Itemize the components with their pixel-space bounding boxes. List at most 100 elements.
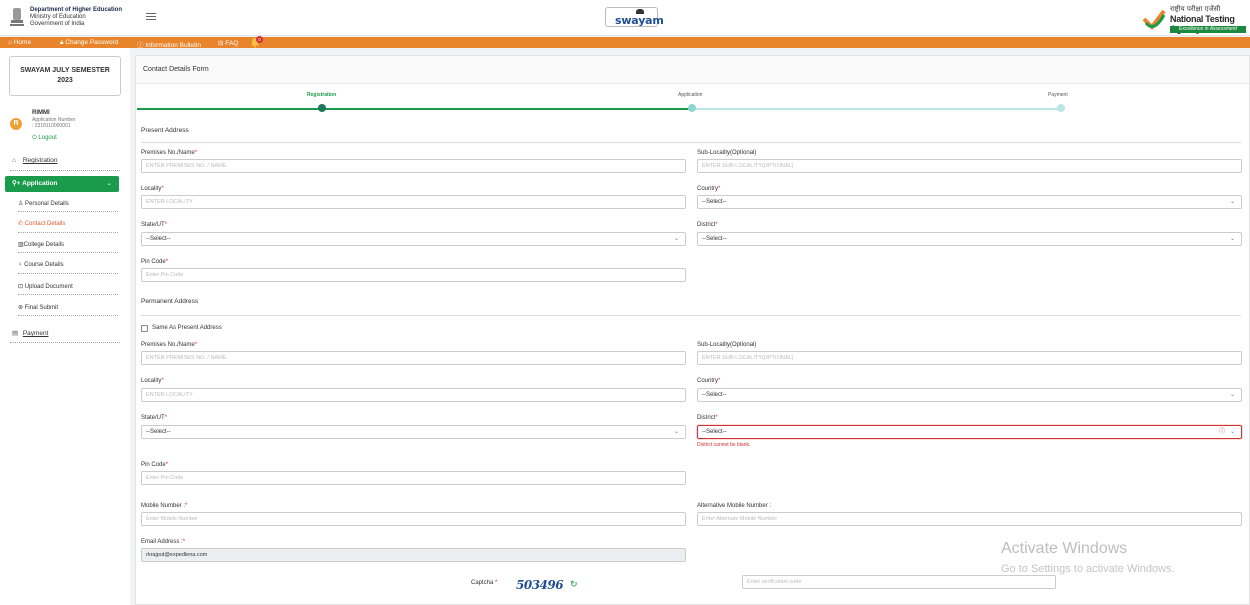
present-premises-input[interactable] bbox=[141, 159, 686, 173]
chevron-down-icon: ⌄ bbox=[1229, 199, 1235, 205]
sidebar-item-payment[interactable]: ▤ Payment bbox=[12, 329, 48, 337]
permanent-premises-input[interactable] bbox=[141, 351, 686, 365]
refresh-captcha-icon[interactable]: ↻ bbox=[570, 579, 578, 590]
notification-badge: 0 bbox=[256, 36, 263, 43]
present-state-select[interactable]: --Select-- ⌄ bbox=[141, 232, 686, 246]
required-mark: * bbox=[185, 503, 188, 509]
sidebar-item-registration[interactable]: ⌂ Registration bbox=[12, 157, 58, 164]
nav-faq[interactable]: ⊟ FAQ bbox=[218, 39, 238, 47]
home-outline-icon: ⌂ bbox=[12, 157, 16, 164]
sidebar-course-details-label: Course Details bbox=[24, 262, 64, 268]
email-label-text: Email Address : bbox=[141, 539, 183, 545]
alt-mobile-number-input[interactable] bbox=[697, 512, 1242, 526]
captcha-verification-input[interactable] bbox=[742, 575, 1056, 589]
required-mark: * bbox=[164, 222, 168, 228]
present-district-value: --Select-- bbox=[702, 236, 727, 242]
sidebar-divider bbox=[18, 252, 118, 253]
same-as-present-checkbox[interactable] bbox=[141, 325, 148, 332]
district-label-text: District bbox=[697, 415, 716, 421]
permanent-locality-input[interactable] bbox=[141, 388, 686, 402]
sidebar-item-upload-document[interactable]: ⊡ Upload Document bbox=[18, 283, 73, 290]
permanent-state-select[interactable]: --Select-- ⌄ bbox=[141, 425, 686, 439]
present-sub-locality-input[interactable] bbox=[697, 159, 1242, 173]
nta-hindi-text: राष्ट्रीय परीक्षा एजेंसी bbox=[1170, 5, 1221, 13]
logout-label: Logout bbox=[38, 135, 57, 141]
district-label: District* bbox=[697, 222, 718, 228]
permanent-sub-locality-input[interactable] bbox=[697, 351, 1242, 365]
ministry-text: Department of Higher Education Ministry … bbox=[30, 7, 122, 28]
upload-icon: ⊡ bbox=[18, 284, 25, 290]
form-title: Contact Details Form bbox=[136, 56, 1249, 84]
sidebar-item-contact-details[interactable]: ✆ Contact Details bbox=[18, 220, 65, 227]
district-label-text: District bbox=[697, 222, 716, 228]
nav-information-bulletin-label: Information Bulletin bbox=[145, 42, 201, 49]
top-header: Department of Higher Education Ministry … bbox=[0, 0, 1250, 36]
user-icon: ♙ bbox=[18, 201, 26, 207]
activate-windows-subtitle: Go to Settings to activate Windows. bbox=[1001, 563, 1175, 575]
semester-box: SWAYAM JULY SEMESTER 2023 bbox=[9, 56, 121, 96]
chevron-down-icon: ⌄ bbox=[1229, 236, 1235, 242]
required-mark: * bbox=[161, 186, 164, 192]
error-icon: ⓘ bbox=[1218, 429, 1225, 435]
step-registration-label: Registration bbox=[307, 92, 337, 98]
present-locality-input[interactable] bbox=[141, 195, 686, 209]
present-country-select[interactable]: --Select-- ⌄ bbox=[697, 195, 1242, 209]
sidebar-divider bbox=[10, 170, 120, 171]
mobile-number-input[interactable] bbox=[141, 512, 686, 526]
step-application-dot bbox=[688, 104, 696, 112]
ministry-line-3: Government of India bbox=[30, 21, 85, 27]
swayam-logo: swayam bbox=[605, 7, 664, 27]
sidebar-item-application[interactable]: ⚲+ Application ⌄ bbox=[5, 176, 119, 192]
present-address-title: Present Address bbox=[141, 127, 189, 134]
premises-label-text: Premises No./Name bbox=[141, 150, 195, 156]
swayam-logo-text: swayam bbox=[615, 14, 664, 27]
sidebar-item-course-details[interactable]: ♀ Course Details bbox=[18, 262, 64, 268]
menu-toggle-icon[interactable] bbox=[146, 13, 156, 21]
sidebar: SWAYAM JULY SEMESTER 2023 R RIMMI Applic… bbox=[0, 48, 130, 605]
chevron-down-icon: ⌄ bbox=[1229, 392, 1235, 398]
sidebar-item-final-submit[interactable]: ⊚ Final Submit bbox=[18, 304, 58, 311]
state-label: State/UT* bbox=[141, 222, 167, 228]
required-mark: * bbox=[718, 186, 721, 192]
nav-home[interactable]: ⌂ Home bbox=[8, 39, 31, 46]
sidebar-upload-document-label: Upload Document bbox=[24, 284, 73, 290]
country-label-text: Country bbox=[697, 186, 719, 192]
district-label: District* bbox=[697, 415, 718, 421]
required-mark: * bbox=[495, 580, 498, 586]
permanent-address-title: Permanent Address bbox=[141, 298, 199, 305]
logout-link[interactable]: ⏻ Logout bbox=[32, 135, 57, 142]
section-divider bbox=[141, 142, 1241, 143]
nav-bar: ⌂ Home 🔒︎ Change Password ⓘ Information … bbox=[0, 36, 1250, 49]
sidebar-divider bbox=[10, 342, 120, 343]
nav-information-bulletin[interactable]: ⓘ Information Bulletin bbox=[137, 39, 201, 49]
state-label: State/UT* bbox=[141, 415, 167, 421]
user-plus-icon: ⚲+ bbox=[12, 180, 23, 187]
sidebar-divider bbox=[18, 211, 118, 212]
captcha-image: 503496 bbox=[516, 578, 564, 592]
nav-home-label: Home bbox=[13, 39, 32, 46]
email-input[interactable] bbox=[141, 548, 686, 562]
required-mark: * bbox=[165, 259, 169, 265]
nav-change-password[interactable]: 🔒︎ Change Password bbox=[60, 39, 118, 47]
permanent-pin-code-input[interactable] bbox=[141, 471, 686, 485]
activate-windows-title: Activate Windows bbox=[1001, 540, 1128, 557]
required-mark: * bbox=[715, 222, 718, 228]
semester-title: SWAYAM JULY SEMESTER bbox=[20, 67, 110, 74]
sidebar-divider bbox=[18, 232, 118, 233]
locality-label: Locality* bbox=[141, 186, 164, 192]
present-district-select[interactable]: --Select-- ⌄ bbox=[697, 232, 1242, 246]
chevron-down-icon: ⌄ bbox=[673, 236, 679, 242]
national-emblem-icon bbox=[10, 8, 24, 26]
permanent-district-select[interactable]: --Select-- ⓘ ⌄ bbox=[697, 425, 1242, 439]
present-state-value: --Select-- bbox=[146, 236, 171, 242]
permanent-country-select[interactable]: --Select-- ⌄ bbox=[697, 388, 1242, 402]
step-application-label: Application bbox=[678, 92, 703, 98]
sub-locality-label: Sub-Locality(Optional) bbox=[697, 342, 757, 348]
present-pin-code-input[interactable] bbox=[141, 268, 686, 282]
pin-code-label: Pin Code* bbox=[141, 259, 168, 265]
sidebar-item-personal-details[interactable]: ♙ Personal Details bbox=[18, 200, 69, 207]
required-mark: * bbox=[165, 462, 169, 468]
mobile-number-label: Mobile Number :* bbox=[141, 503, 187, 509]
sidebar-item-college-details[interactable]: ▥College Details bbox=[18, 241, 64, 248]
country-label-text: Country bbox=[697, 378, 719, 384]
